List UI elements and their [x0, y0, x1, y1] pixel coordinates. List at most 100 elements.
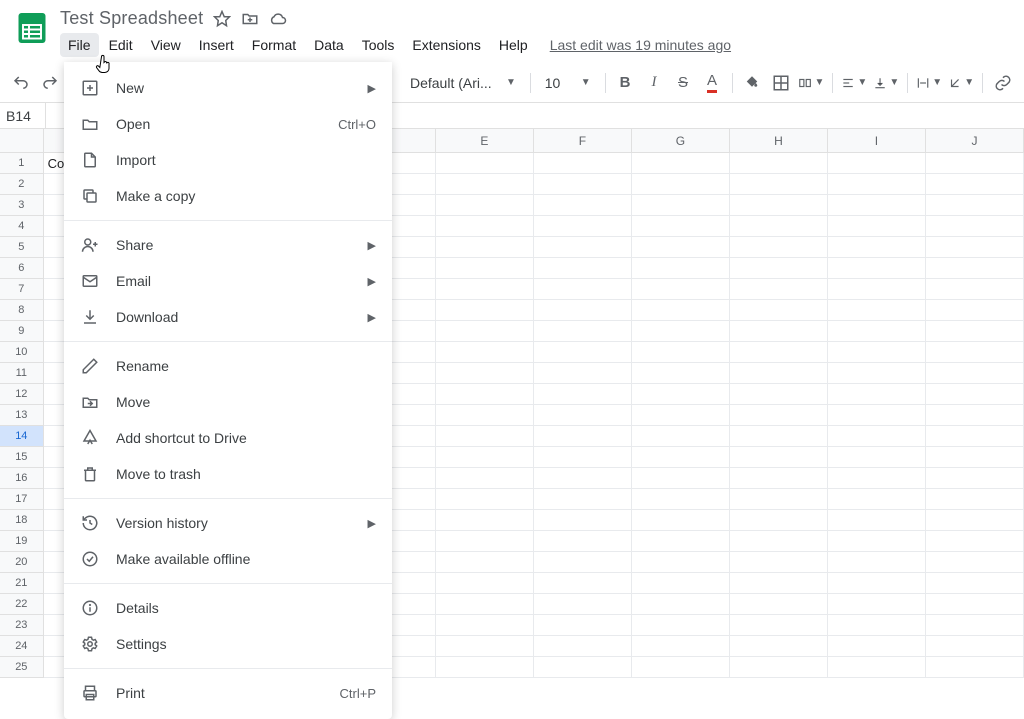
cell[interactable] — [926, 237, 1024, 258]
cell[interactable] — [436, 258, 534, 279]
cell[interactable] — [534, 489, 632, 510]
cell[interactable] — [534, 384, 632, 405]
borders-button[interactable] — [769, 70, 792, 96]
cell[interactable] — [534, 153, 632, 174]
cell[interactable] — [730, 342, 828, 363]
cell[interactable] — [926, 657, 1024, 678]
file-menu-settings[interactable]: Settings — [64, 626, 392, 662]
file-menu-make-a-copy[interactable]: Make a copy — [64, 178, 392, 214]
file-menu-version-history[interactable]: Version history▶ — [64, 505, 392, 541]
cell[interactable] — [828, 300, 926, 321]
cell[interactable] — [828, 342, 926, 363]
col-header-I[interactable]: I — [828, 129, 926, 153]
cell[interactable] — [534, 615, 632, 636]
menu-extensions[interactable]: Extensions — [404, 33, 488, 57]
cell[interactable] — [926, 342, 1024, 363]
cell[interactable] — [926, 615, 1024, 636]
insert-link-button[interactable] — [991, 70, 1014, 96]
cell[interactable] — [632, 468, 730, 489]
row-header[interactable]: 18 — [0, 510, 44, 531]
cell[interactable] — [730, 489, 828, 510]
row-header[interactable]: 5 — [0, 237, 44, 258]
file-menu-open[interactable]: OpenCtrl+O — [64, 106, 392, 142]
cell[interactable] — [828, 552, 926, 573]
cell[interactable] — [632, 657, 730, 678]
row-header[interactable]: 6 — [0, 258, 44, 279]
cell[interactable] — [926, 300, 1024, 321]
cell[interactable] — [926, 384, 1024, 405]
menu-help[interactable]: Help — [491, 33, 536, 57]
cell[interactable] — [926, 447, 1024, 468]
cell[interactable] — [436, 237, 534, 258]
menu-tools[interactable]: Tools — [354, 33, 403, 57]
cell[interactable] — [730, 300, 828, 321]
cell[interactable] — [730, 384, 828, 405]
cell[interactable] — [828, 321, 926, 342]
cell[interactable] — [534, 573, 632, 594]
cell[interactable] — [436, 447, 534, 468]
cell[interactable] — [926, 153, 1024, 174]
cell[interactable] — [828, 489, 926, 510]
cell[interactable] — [632, 174, 730, 195]
cell[interactable] — [730, 405, 828, 426]
cell[interactable] — [632, 531, 730, 552]
cell[interactable] — [828, 216, 926, 237]
cell[interactable] — [632, 342, 730, 363]
cell[interactable] — [926, 636, 1024, 657]
cell[interactable] — [828, 510, 926, 531]
cell[interactable] — [632, 405, 730, 426]
cell[interactable] — [730, 279, 828, 300]
file-menu-add-shortcut-to-drive[interactable]: Add shortcut to Drive — [64, 420, 392, 456]
row-header[interactable]: 2 — [0, 174, 44, 195]
menu-data[interactable]: Data — [306, 33, 352, 57]
cell[interactable] — [828, 279, 926, 300]
row-header[interactable]: 24 — [0, 636, 44, 657]
cell[interactable] — [632, 237, 730, 258]
move-folder-icon[interactable] — [241, 10, 259, 28]
cell[interactable] — [534, 195, 632, 216]
cell[interactable] — [730, 615, 828, 636]
col-header-J[interactable]: J — [926, 129, 1024, 153]
cell[interactable] — [926, 258, 1024, 279]
cell[interactable] — [828, 153, 926, 174]
cell[interactable] — [730, 636, 828, 657]
cell[interactable] — [632, 279, 730, 300]
cell[interactable] — [436, 594, 534, 615]
row-header[interactable]: 25 — [0, 657, 44, 678]
row-header[interactable]: 17 — [0, 489, 44, 510]
menu-edit[interactable]: Edit — [101, 33, 141, 57]
cell[interactable] — [436, 489, 534, 510]
cell[interactable] — [730, 573, 828, 594]
menu-view[interactable]: View — [143, 33, 189, 57]
cell[interactable] — [436, 552, 534, 573]
cell[interactable] — [436, 174, 534, 195]
star-icon[interactable] — [213, 10, 231, 28]
cell[interactable] — [436, 531, 534, 552]
file-menu-print[interactable]: PrintCtrl+P — [64, 675, 392, 711]
v-align-button[interactable]: ▼ — [873, 70, 899, 96]
undo-button[interactable] — [10, 70, 33, 96]
col-header-F[interactable]: F — [534, 129, 632, 153]
cell[interactable] — [632, 153, 730, 174]
fill-color-button[interactable] — [740, 70, 763, 96]
cell[interactable] — [730, 195, 828, 216]
cell[interactable] — [534, 405, 632, 426]
cell[interactable] — [534, 174, 632, 195]
cell[interactable] — [730, 510, 828, 531]
cell[interactable] — [534, 426, 632, 447]
h-align-button[interactable]: ▼ — [841, 70, 867, 96]
cell[interactable] — [436, 195, 534, 216]
text-rotation-button[interactable]: ▼ — [948, 70, 974, 96]
cell[interactable] — [730, 426, 828, 447]
cell[interactable] — [534, 510, 632, 531]
cell[interactable] — [632, 636, 730, 657]
cell[interactable] — [828, 468, 926, 489]
cell[interactable] — [436, 615, 534, 636]
menu-format[interactable]: Format — [244, 33, 304, 57]
cell[interactable] — [632, 216, 730, 237]
cell[interactable] — [534, 321, 632, 342]
row-header[interactable]: 9 — [0, 321, 44, 342]
italic-button[interactable]: I — [643, 70, 666, 96]
cell[interactable] — [730, 237, 828, 258]
cell[interactable] — [926, 468, 1024, 489]
